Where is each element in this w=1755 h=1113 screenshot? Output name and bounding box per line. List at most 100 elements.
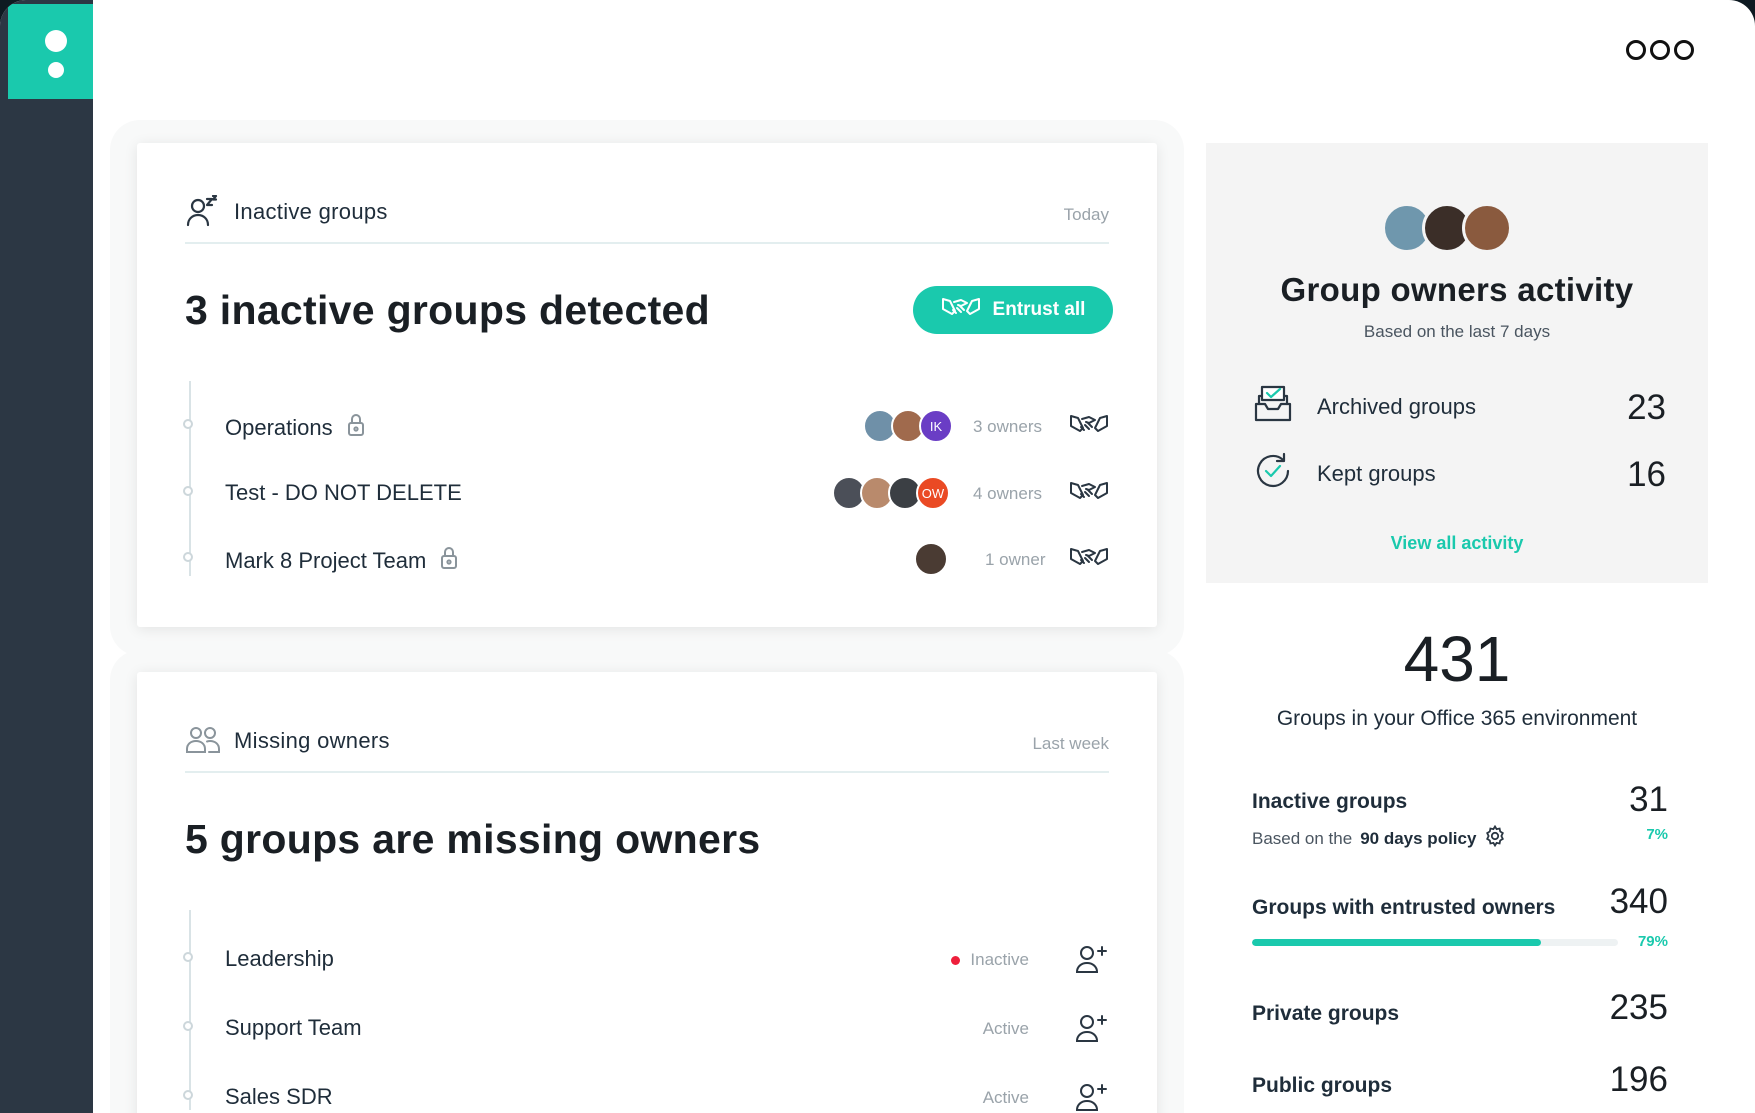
group-row[interactable]: Support Team Active	[183, 1003, 1109, 1053]
group-name-text: Leadership	[225, 946, 334, 971]
group-row[interactable]: Test - DO NOT DELETE OW 4 owners	[183, 468, 1109, 518]
public-groups-stat: Public groups 196	[1252, 1060, 1668, 1106]
avatar-initials: IK	[919, 409, 953, 443]
missing-owners-card: Missing owners Last week 5 groups are mi…	[137, 672, 1157, 1113]
policy-link[interactable]: 90 days policy	[1360, 829, 1476, 849]
more-dot	[1674, 40, 1694, 60]
inactive-headline: 3 inactive groups detected	[185, 287, 711, 333]
status-text: Active	[982, 1088, 1029, 1107]
handshake-icon[interactable]	[1069, 478, 1109, 509]
entrust-all-label: Entrust all	[992, 299, 1086, 320]
entrust-all-button[interactable]: Entrust all	[913, 286, 1113, 334]
stat-value: 340	[1609, 882, 1668, 921]
archive-icon	[1253, 384, 1293, 429]
group-name: Operations	[225, 413, 365, 443]
kept-groups-row: Kept groups 16	[1253, 451, 1666, 497]
add-user-icon[interactable]	[1075, 1082, 1109, 1113]
group-name: Sales SDR	[225, 1084, 333, 1110]
more-dot	[1650, 40, 1670, 60]
inactive-groups-stat: Inactive groups 31 Based on the 90 days …	[1252, 780, 1668, 850]
entrusted-owners-stat: Groups with entrusted owners 340 79%	[1252, 882, 1668, 952]
group-name: Test - DO NOT DELETE	[225, 480, 462, 506]
users-icon	[185, 724, 221, 761]
private-groups-stat: Private groups 235	[1252, 988, 1668, 1034]
owner-avatars	[914, 542, 948, 576]
timeline-dot	[183, 952, 193, 962]
owner-avatars	[1382, 203, 1512, 253]
stat-value: 235	[1609, 988, 1668, 1027]
add-user-icon[interactable]	[1075, 1013, 1109, 1048]
handshake-icon[interactable]	[1069, 411, 1109, 442]
view-all-activity-link[interactable]: View all activity	[1206, 533, 1708, 554]
entrusted-progress-bar	[1252, 939, 1618, 946]
status-label: Active	[983, 1088, 1029, 1108]
group-row[interactable]: Operations IK 3 owners	[183, 401, 1109, 451]
more-dot	[1626, 40, 1646, 60]
owners-activity-panel: Group owners activity Based on the last …	[1206, 143, 1708, 583]
group-row[interactable]: Leadership Inactive	[183, 934, 1109, 984]
total-groups-caption: Groups in your Office 365 environment	[1276, 707, 1638, 730]
timeline-dot	[183, 1090, 193, 1100]
group-name-text: Operations	[225, 415, 333, 440]
owner-count: 1 owner	[985, 550, 1046, 569]
avatar	[1462, 203, 1512, 253]
add-user-icon[interactable]	[1075, 944, 1109, 979]
row-label: Kept groups	[1317, 461, 1436, 486]
row-value: 16	[1627, 455, 1666, 494]
stat-label: Public groups	[1252, 1074, 1393, 1097]
row-value: 23	[1627, 388, 1666, 427]
handshake-icon[interactable]	[1069, 544, 1109, 575]
sleeping-user-icon	[185, 194, 219, 234]
group-name: Support Team	[225, 1015, 362, 1041]
owner-avatars: OW	[832, 476, 950, 510]
group-row[interactable]: Sales SDR Active	[183, 1072, 1109, 1113]
timeline-dot	[183, 486, 193, 496]
group-name: Mark 8 Project Team	[225, 546, 458, 576]
check-circle-icon	[1253, 451, 1293, 496]
stat-value: 31	[1629, 780, 1668, 819]
panel-title: Group owners activity	[1280, 271, 1634, 308]
panel-subtitle: Based on the last 7 days	[1363, 322, 1551, 341]
archived-groups-row: Archived groups 23	[1253, 384, 1666, 430]
sidebar	[0, 0, 93, 1113]
avatar	[914, 542, 948, 576]
status-text: Active	[982, 1019, 1029, 1038]
timeline-dot	[183, 552, 193, 562]
timeline-dot	[183, 419, 193, 429]
group-row[interactable]: Mark 8 Project Team 1 owner	[183, 534, 1109, 584]
group-name-text: Sales SDR	[225, 1084, 333, 1109]
stat-label: Groups with entrusted owners	[1252, 896, 1556, 919]
gear-icon[interactable]	[1484, 824, 1506, 852]
group-name: Leadership	[225, 946, 334, 972]
logo-dot	[45, 30, 67, 52]
status-text: Inactive	[970, 950, 1029, 969]
status-label: Inactive	[951, 950, 1029, 970]
group-name-text: Mark 8 Project Team	[225, 548, 427, 573]
card-timeframe: Today	[1063, 205, 1109, 224]
stat-label: Private groups	[1252, 1002, 1400, 1025]
card-header: Missing owners Last week	[185, 720, 1109, 773]
inactive-status-dot	[951, 955, 961, 965]
more-icon[interactable]	[1626, 40, 1694, 60]
stat-value: 196	[1609, 1060, 1668, 1099]
stat-label: Inactive groups	[1252, 790, 1408, 813]
avatar-initials: OW	[916, 476, 950, 510]
card-title: Inactive groups	[234, 199, 388, 224]
stat-percent: 79%	[1637, 933, 1668, 950]
policy-prefix: Based on the	[1252, 828, 1353, 848]
logo-dot	[48, 62, 64, 78]
owner-count: 3 owners	[973, 417, 1042, 436]
card-timeframe: Last week	[1032, 734, 1109, 753]
owner-avatars: IK	[863, 409, 953, 443]
row-label: Archived groups	[1317, 394, 1476, 419]
total-groups-count: 431	[1403, 623, 1511, 695]
card-title: Missing owners	[234, 728, 390, 753]
app-logo[interactable]	[8, 4, 93, 99]
app-window: Inactive groups Today 3 inactive groups …	[0, 0, 1755, 1113]
inactive-groups-card: Inactive groups Today 3 inactive groups …	[137, 143, 1157, 627]
progress-fill	[1252, 939, 1542, 946]
handshake-icon	[941, 294, 981, 326]
lock-icon	[440, 546, 458, 576]
group-name-text: Support Team	[225, 1015, 362, 1040]
stat-percent: 7%	[1646, 826, 1668, 843]
